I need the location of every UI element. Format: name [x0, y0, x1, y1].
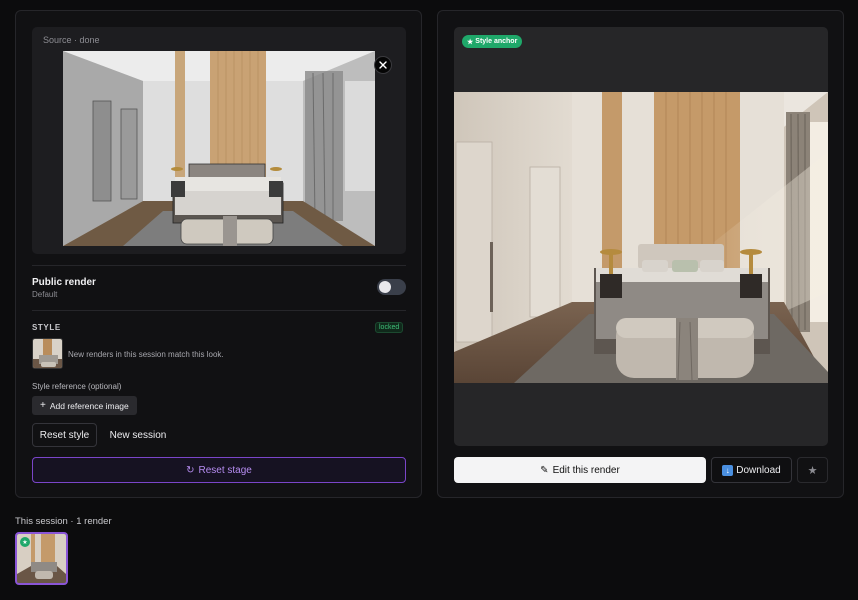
source-status-label: Source · done — [43, 35, 100, 45]
pencil-icon: ✎ — [540, 464, 549, 476]
new-session-button[interactable]: New session — [104, 423, 172, 447]
download-label: Download — [736, 464, 781, 476]
add-reference-label: Add reference image — [49, 400, 129, 411]
star-icon: ★ — [20, 537, 30, 547]
public-render-title: Public render — [32, 277, 96, 288]
divider — [32, 310, 406, 311]
public-render-toggle[interactable] — [377, 279, 406, 295]
session-label: This session · 1 render — [15, 516, 112, 527]
star-icon: ★ — [467, 38, 474, 46]
style-heading: STYLE — [32, 323, 61, 332]
plus-icon: + — [40, 399, 46, 411]
render-preview: ★ Style anchor — [454, 27, 828, 446]
style-note: New renders in this session match this l… — [68, 350, 224, 359]
reset-style-button[interactable]: Reset style — [32, 423, 97, 447]
style-reference-label: Style reference (optional) — [32, 382, 122, 391]
locked-badge: locked — [375, 322, 404, 333]
close-icon[interactable] — [374, 56, 392, 74]
star-icon[interactable]: ★ — [797, 457, 828, 483]
rendered-bedroom-image — [454, 92, 828, 383]
public-render-subtitle: Default — [32, 290, 58, 299]
style-anchor-label: Style anchor — [475, 38, 518, 45]
reset-icon: ↻ — [186, 464, 195, 476]
reset-stage-label: Reset stage — [198, 464, 252, 476]
style-anchor-badge: ★ Style anchor — [462, 35, 523, 48]
source-preview: Source · done — [32, 27, 406, 254]
edit-render-label: Edit this render — [552, 464, 620, 476]
reset-stage-button[interactable]: ↻ Reset stage — [32, 457, 406, 483]
style-settings-panel: Source · done Public render Default STYL… — [15, 10, 422, 498]
render-panel: ★ Style anchor ✎ Edit this render ↓ Down… — [437, 10, 844, 498]
divider — [32, 265, 406, 266]
download-icon: ↓ — [722, 464, 734, 476]
session-render-thumbnail[interactable]: ★ — [15, 532, 68, 585]
style-thumbnail — [32, 338, 63, 369]
edit-render-button[interactable]: ✎ Edit this render — [454, 457, 706, 483]
download-button[interactable]: ↓ Download — [711, 457, 792, 483]
add-reference-image-button[interactable]: + Add reference image — [32, 396, 137, 415]
toggle-knob — [379, 281, 391, 293]
source-sketch-image — [63, 51, 375, 246]
